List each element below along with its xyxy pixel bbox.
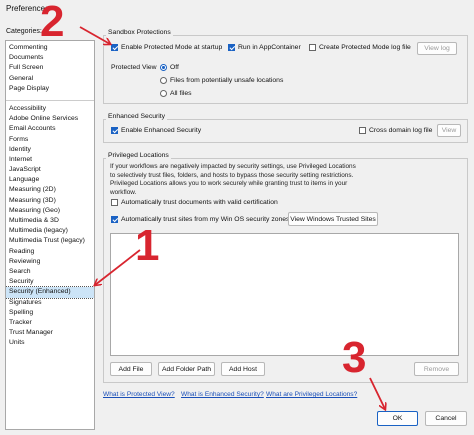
- view-button[interactable]: View: [437, 124, 461, 137]
- log-file-option[interactable]: Create Protected Mode log file: [309, 44, 411, 51]
- cross-domain-checkbox[interactable]: [359, 127, 366, 134]
- category-item[interactable]: Spelling: [6, 308, 94, 318]
- protected-mode-checkbox[interactable]: [111, 44, 118, 51]
- pv-all-radio[interactable]: [160, 90, 167, 97]
- category-item-selected[interactable]: Security (Enhanced): [6, 286, 94, 299]
- enhanced-security-checkbox[interactable]: [111, 127, 118, 134]
- auto-trust-win-checkbox[interactable]: [111, 216, 118, 223]
- category-item[interactable]: Multimedia & 3D: [6, 216, 94, 226]
- categories-list[interactable]: Commenting Documents Full Screen General…: [5, 40, 95, 430]
- auto-trust-cert-option[interactable]: Automatically trust documents with valid…: [111, 199, 278, 206]
- cross-domain-label: Cross domain log file: [369, 127, 433, 134]
- category-item[interactable]: General: [6, 74, 94, 84]
- category-item[interactable]: Measuring (2D): [6, 185, 94, 195]
- pv-off-radio[interactable]: [160, 64, 167, 71]
- category-item[interactable]: Page Display: [6, 84, 94, 94]
- remove-button[interactable]: Remove: [414, 362, 459, 376]
- log-file-checkbox[interactable]: [309, 44, 316, 51]
- what-are-privileged-locations-link[interactable]: What are Privileged Locations?: [266, 391, 357, 398]
- category-separator: [6, 94, 94, 101]
- protected-mode-label: Enable Protected Mode at startup: [121, 44, 223, 51]
- category-item[interactable]: Adobe Online Services: [6, 114, 94, 124]
- sandbox-protections-title: Sandbox Protections: [106, 29, 173, 36]
- category-item[interactable]: Identity: [6, 145, 94, 155]
- enhanced-security-title: Enhanced Security: [106, 113, 168, 120]
- log-file-label: Create Protected Mode log file: [319, 44, 411, 51]
- category-item[interactable]: Tracker: [6, 318, 94, 328]
- category-item[interactable]: Security: [6, 277, 94, 287]
- add-file-button[interactable]: Add File: [110, 362, 152, 376]
- privileged-locations-list[interactable]: [110, 233, 459, 356]
- pv-all-option[interactable]: All files: [160, 90, 192, 97]
- category-item[interactable]: Documents: [6, 53, 94, 63]
- category-item[interactable]: Accessibility: [6, 104, 94, 114]
- category-item[interactable]: Reading: [6, 247, 94, 257]
- auto-trust-cert-checkbox[interactable]: [111, 199, 118, 206]
- app-container-checkbox[interactable]: [228, 44, 235, 51]
- pv-unsafe-label: Files from potentially unsafe locations: [170, 77, 284, 84]
- category-item[interactable]: Multimedia (legacy): [6, 226, 94, 236]
- category-item[interactable]: Multimedia Trust (legacy): [6, 236, 94, 246]
- what-is-protected-view-link[interactable]: What is Protected View?: [103, 391, 175, 398]
- category-item[interactable]: Measuring (Geo): [6, 206, 94, 216]
- category-item[interactable]: Search: [6, 267, 94, 277]
- ok-button[interactable]: OK: [377, 411, 418, 426]
- pv-off-label: Off: [170, 64, 179, 71]
- pv-unsafe-option[interactable]: Files from potentially unsafe locations: [160, 77, 283, 84]
- enhanced-security-label: Enable Enhanced Security: [121, 127, 202, 134]
- cancel-button[interactable]: Cancel: [425, 411, 467, 426]
- pv-all-label: All files: [170, 90, 192, 97]
- category-item[interactable]: Email Accounts: [6, 124, 94, 134]
- add-folder-path-button[interactable]: Add Folder Path: [158, 362, 215, 376]
- category-item[interactable]: Reviewing: [6, 257, 94, 267]
- view-trusted-sites-button[interactable]: View Windows Trusted Sites: [288, 212, 378, 226]
- category-item[interactable]: Units: [6, 338, 94, 348]
- category-item[interactable]: Forms: [6, 135, 94, 145]
- annotation-number-two: 2: [40, 0, 65, 46]
- view-log-button[interactable]: View log: [417, 42, 457, 55]
- app-container-label: Run in AppContainer: [238, 44, 301, 51]
- category-item[interactable]: Internet: [6, 155, 94, 165]
- cross-domain-option[interactable]: Cross domain log file: [359, 127, 432, 134]
- category-item[interactable]: Measuring (3D): [6, 196, 94, 206]
- annotation-number-one: 1: [135, 221, 160, 270]
- protected-view-label: Protected View: [111, 64, 157, 71]
- category-item[interactable]: Signatures: [6, 298, 94, 308]
- auto-trust-cert-label: Automatically trust documents with valid…: [121, 199, 278, 206]
- annotation-number-three: 3: [342, 333, 367, 382]
- enhanced-security-option[interactable]: Enable Enhanced Security: [111, 127, 201, 134]
- pv-off-option[interactable]: Off: [160, 64, 179, 71]
- privileged-description: If your workflows are negatively impacte…: [110, 163, 356, 196]
- categories-label: Categories:: [6, 28, 42, 35]
- pv-unsafe-radio[interactable]: [160, 77, 167, 84]
- category-item[interactable]: JavaScript: [6, 165, 94, 175]
- app-container-option[interactable]: Run in AppContainer: [228, 44, 301, 51]
- protected-mode-option[interactable]: Enable Protected Mode at startup: [111, 44, 222, 51]
- category-item[interactable]: Language: [6, 175, 94, 185]
- add-host-button[interactable]: Add Host: [221, 362, 265, 376]
- category-item[interactable]: Full Screen: [6, 63, 94, 73]
- privileged-locations-title: Privileged Locations: [106, 152, 171, 159]
- what-is-enhanced-security-link[interactable]: What is Enhanced Security?: [181, 391, 264, 398]
- category-item[interactable]: Trust Manager: [6, 328, 94, 338]
